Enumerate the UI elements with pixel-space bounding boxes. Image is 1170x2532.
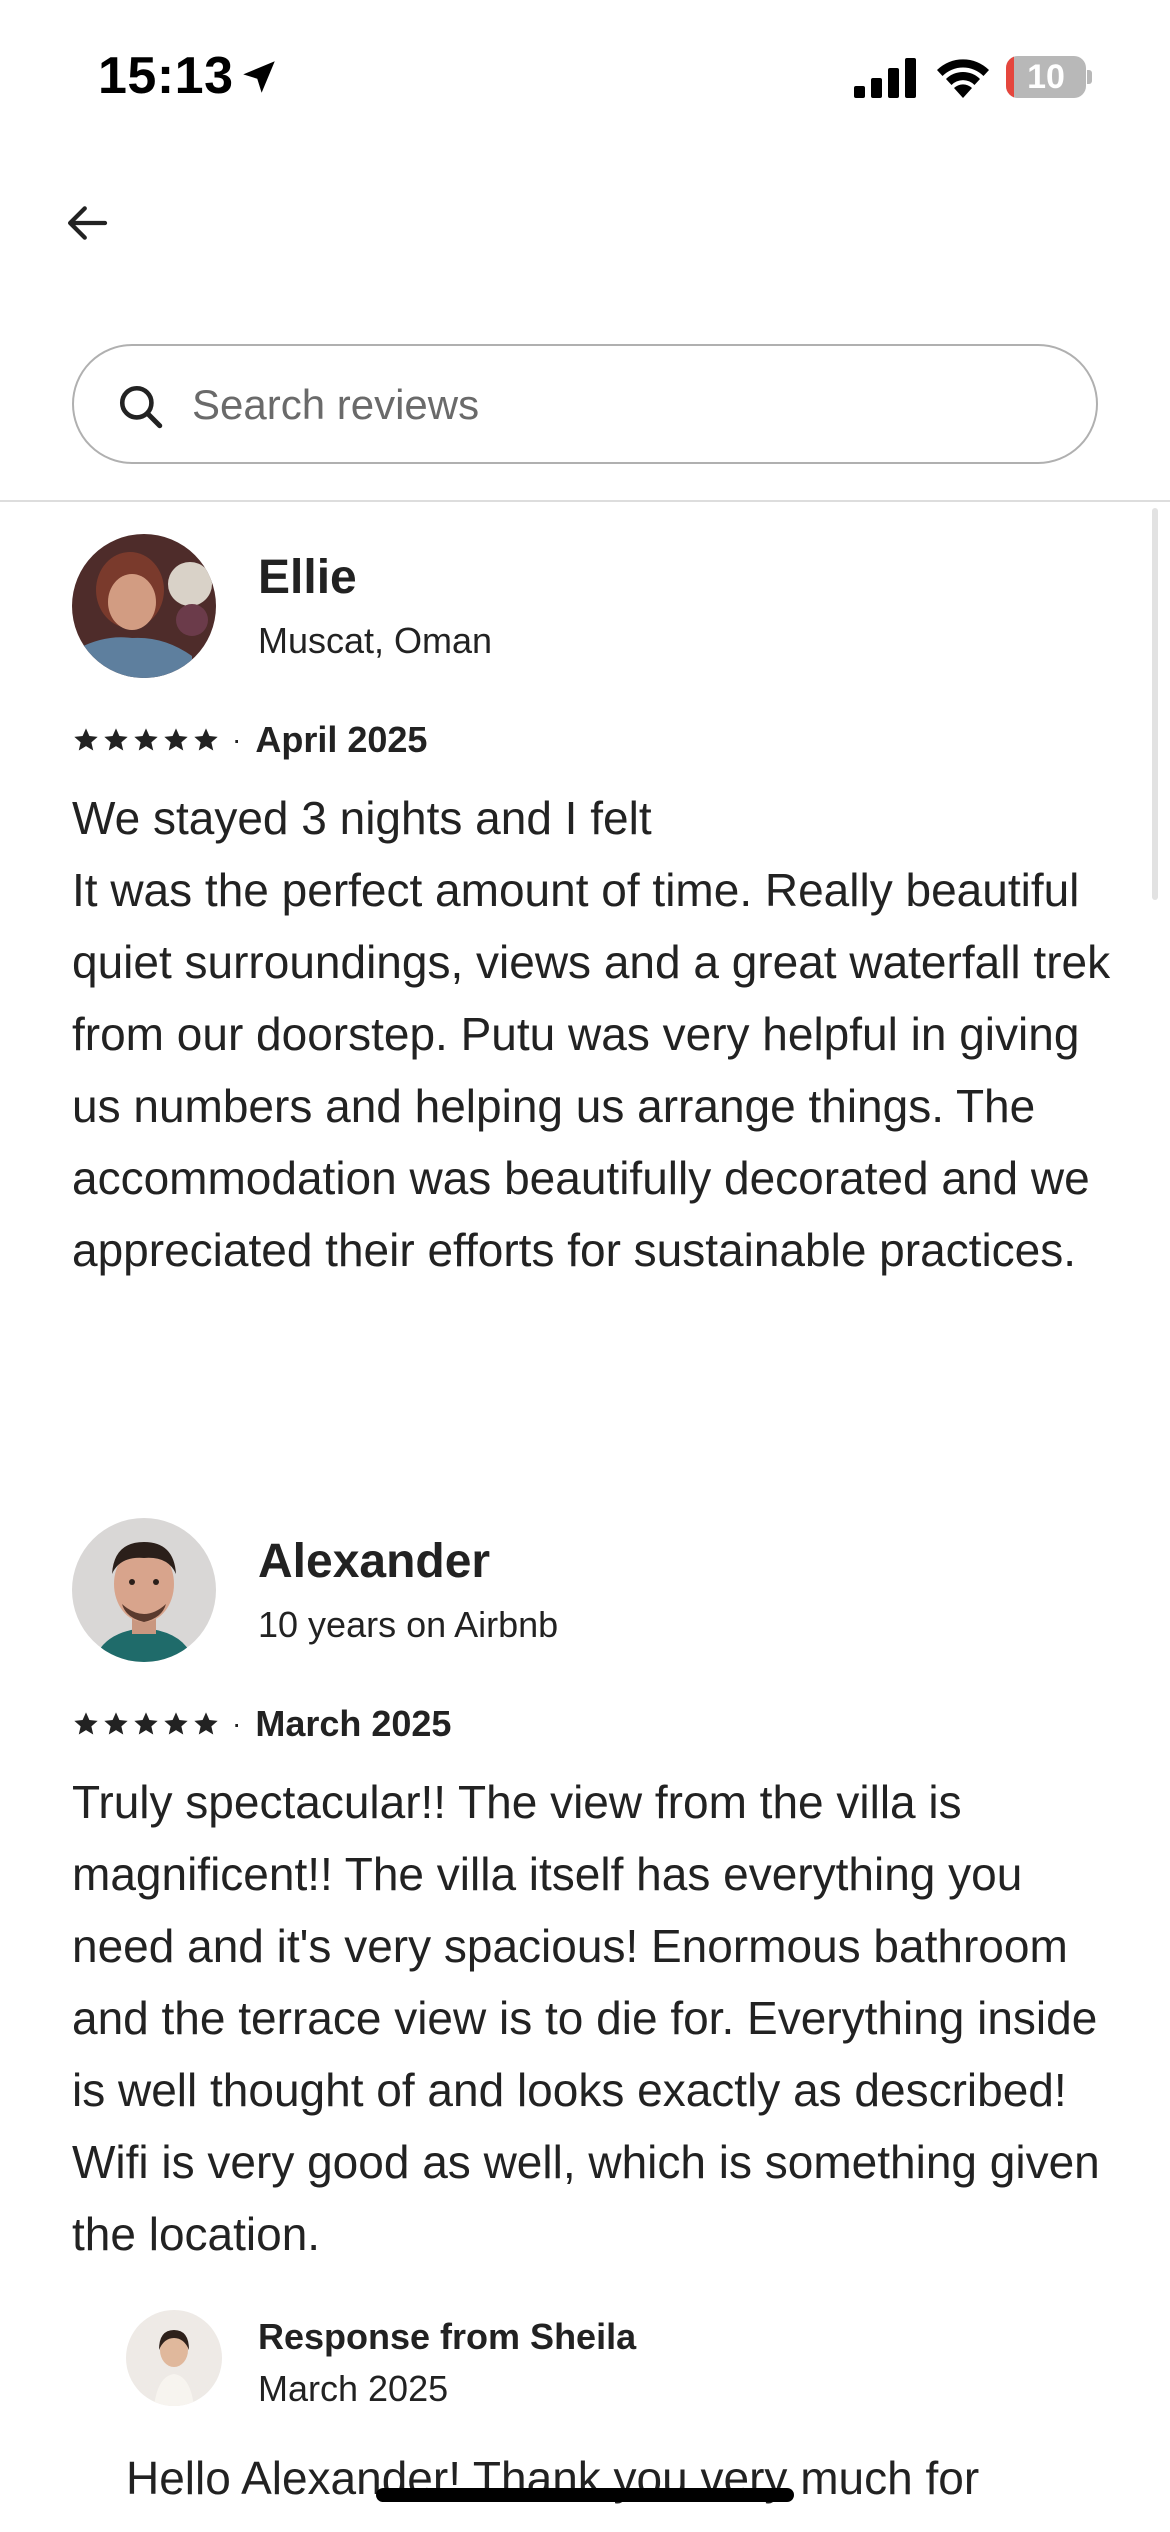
star-icon: [164, 1712, 188, 1735]
battery-icon: 10: [1006, 56, 1092, 98]
battery-cap: [1087, 70, 1092, 84]
separator-dot: ·: [232, 724, 242, 755]
star-icon: [164, 728, 188, 751]
scrollbar[interactable]: [1152, 508, 1158, 900]
search-input[interactable]: [192, 366, 1052, 444]
avatar[interactable]: [72, 534, 216, 678]
host-avatar[interactable]: [126, 2310, 222, 2406]
review-text: We stayed 3 nights and I felt It was the…: [72, 792, 1111, 1276]
cellular-signal-icon: [854, 58, 916, 98]
response-title: Response from Sheila: [258, 2316, 637, 2357]
reviewer-name: Alexander: [258, 1535, 491, 1588]
response-text: Hello Alexander! Thank you very much for: [126, 2452, 980, 2504]
status-time: 15:13: [98, 47, 234, 105]
star-icon: [134, 1712, 158, 1735]
rating-row: · March 2025: [72, 1702, 451, 1746]
reviews-screen: 15:13 10 Search reviews Ellie Muscat, Om…: [0, 0, 1170, 2532]
arrow-left-icon: [67, 206, 108, 240]
star-icon: [104, 1712, 128, 1735]
separator-dot: ·: [232, 1708, 242, 1739]
response-date: March 2025: [258, 2368, 449, 2409]
battery-level-text: 10: [1027, 58, 1065, 96]
location-arrow-icon: [243, 61, 275, 93]
reviewer-name: Ellie: [258, 551, 357, 604]
review-date: March 2025: [255, 1703, 452, 1744]
star-icon: [194, 1712, 218, 1735]
star-icon: [194, 728, 218, 751]
home-indicator[interactable]: [376, 2488, 794, 2502]
star-icon: [104, 728, 128, 751]
back-button[interactable]: [60, 196, 130, 252]
review-text: Truly spectacular!! The view from the vi…: [72, 1776, 1100, 2260]
wifi-icon: [937, 59, 989, 98]
star-icon: [74, 728, 98, 751]
header-divider: [0, 500, 1170, 502]
rating-row: · April 2025: [72, 718, 427, 762]
star-icon: [134, 728, 158, 751]
review-date: April 2025: [255, 719, 428, 760]
star-rating: [72, 1710, 220, 1738]
avatar[interactable]: [72, 1518, 216, 1662]
status-bar: 15:13 10: [0, 0, 1170, 150]
search-bar[interactable]: [72, 344, 1098, 464]
reviewer-location: Muscat, Oman: [258, 620, 493, 661]
search-icon: [119, 385, 163, 429]
reviewer-tenure: 10 years on Airbnb: [258, 1604, 559, 1645]
star-rating: [72, 726, 220, 754]
star-icon: [74, 1712, 98, 1735]
